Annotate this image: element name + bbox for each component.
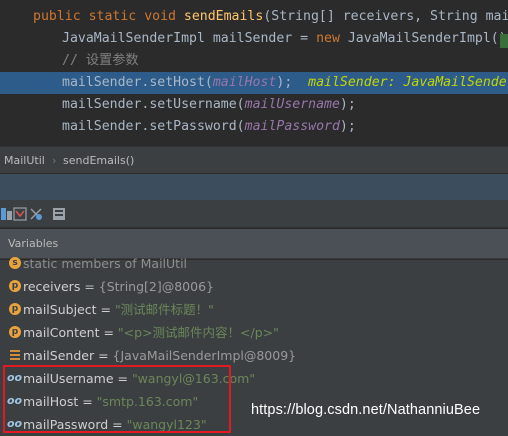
code-editor[interactable]: public static void sendEmails(String[] r…: [0, 0, 508, 146]
variable-equals: =: [99, 325, 118, 340]
keyword-void: void: [144, 9, 176, 24]
variable-name: mailContent: [23, 325, 100, 340]
variable-row[interactable]: p mailContent = "<p>测试邮件内容！</p>": [0, 321, 508, 344]
keyword-static: static: [88, 9, 137, 24]
method-params: (String[] receivers, String mailSub: [263, 9, 508, 24]
static-icon: s: [9, 257, 21, 269]
keyword-new: new: [316, 31, 340, 46]
debug-panel-header: [0, 174, 508, 200]
code-line-3[interactable]: // 设置参数: [0, 50, 508, 72]
variable-row[interactable]: p mailSubject = "测试邮件标题！": [0, 298, 508, 321]
filter-icon[interactable]: [13, 207, 27, 221]
breadcrumb-class[interactable]: MailUtil: [4, 147, 45, 174]
code-line-5[interactable]: mailSender.setUsername(mailUsername);: [0, 94, 508, 116]
code-line-6[interactable]: mailSender.setPassword(mailPassword);: [0, 116, 508, 138]
code-call: mailSender.setHost(: [62, 75, 213, 90]
local-variable-icon: [9, 349, 21, 361]
code-call: mailSender.setPassword(: [62, 119, 245, 134]
breadcrumb-method[interactable]: sendEmails(): [63, 147, 134, 174]
code-line-2[interactable]: JavaMailSenderImpl mailSender = new Java…: [0, 28, 508, 50]
code-constructor: JavaMailSenderImpl();: [339, 31, 508, 46]
code-arg: mailHost: [212, 75, 277, 90]
debugger-toolbar: [0, 200, 508, 228]
variable-row[interactable]: mailSender = {JavaMailSenderImpl@8009}: [0, 344, 508, 367]
variable-name: mailSubject: [23, 302, 97, 317]
variable-equals: =: [94, 348, 113, 363]
breadcrumb: MailUtil › sendEmails(): [0, 146, 508, 174]
parameter-icon: p: [9, 326, 21, 338]
inline-debug-value: mailSender: JavaMailSenderImp: [308, 75, 508, 90]
code-end: );: [276, 75, 293, 90]
frames-icon[interactable]: [0, 207, 14, 221]
code-end: );: [339, 97, 356, 112]
restore-layout-icon[interactable]: [52, 207, 66, 221]
code-line-4-current[interactable]: mailSender.setHost(mailHost); mailSender…: [0, 72, 508, 94]
code-arg: mailPassword: [244, 119, 340, 134]
variable-value: "测试邮件标题！": [114, 302, 214, 317]
code-end: );: [339, 119, 356, 134]
variable-name: mailSender: [23, 348, 95, 363]
variable-value: members of MailUtil: [61, 256, 188, 271]
gutter-marker: [500, 34, 508, 48]
method-name: sendEmails: [183, 9, 264, 24]
variable-name: receivers: [23, 279, 81, 294]
breakpoint-icon[interactable]: [29, 207, 43, 221]
code-arg: mailUsername: [244, 97, 340, 112]
annotation-highlight-box: [3, 365, 231, 433]
code-line-1[interactable]: public static void sendEmails(String[] r…: [0, 6, 508, 28]
variable-equals: =: [80, 279, 99, 294]
variable-name: static: [23, 256, 58, 271]
code-decl: JavaMailSenderImpl mailSender =: [62, 31, 317, 46]
parameter-icon: p: [9, 303, 21, 315]
keyword-public: public: [33, 9, 81, 24]
variable-value: {JavaMailSenderImpl@8009}: [112, 348, 297, 363]
code-call: mailSender.setUsername(: [62, 97, 245, 112]
breadcrumb-separator-icon: ›: [52, 154, 57, 167]
variable-row[interactable]: p receivers = {String[2]@8006}: [0, 275, 508, 298]
watermark-text: https://blog.csdn.net/NathanniuBee: [251, 402, 481, 418]
variable-equals: =: [96, 302, 115, 317]
code-comment: // 设置参数: [62, 53, 139, 68]
variable-value: "<p>测试邮件内容！</p>": [117, 325, 279, 340]
variable-value: {String[2]@8006}: [98, 279, 214, 294]
variable-row-static[interactable]: s static members of MailUtil: [0, 252, 508, 275]
parameter-icon: p: [9, 280, 21, 292]
